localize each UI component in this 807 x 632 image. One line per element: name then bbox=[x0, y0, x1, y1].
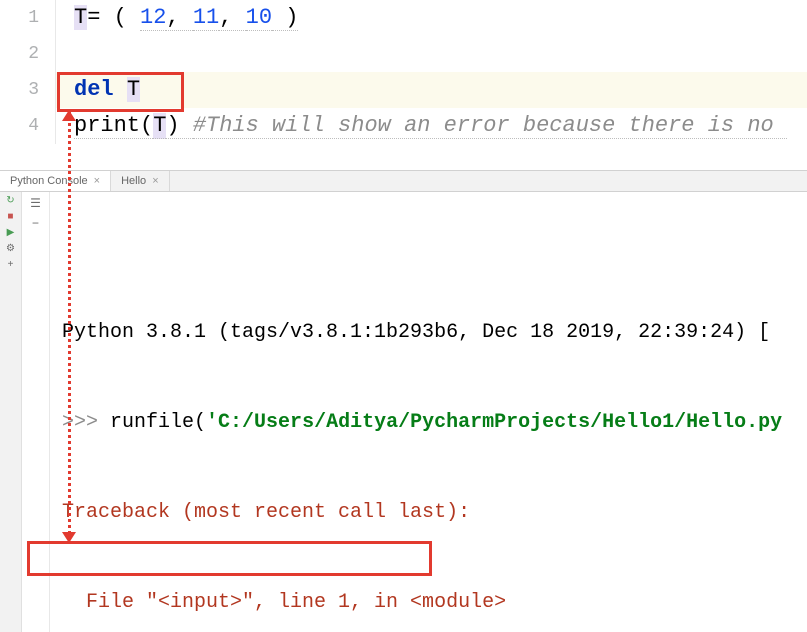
stop-icon[interactable]: ■ bbox=[5, 212, 17, 224]
console-line: Traceback (most recent call last): bbox=[50, 498, 803, 528]
token: 11 bbox=[193, 5, 219, 31]
code-line[interactable]: 1 T= ( 12, 11, 10 ) bbox=[0, 0, 807, 36]
python-console-panel: ↻ ■ ▶ ⚙ + ☰ − Python 3.8.1 (tags/v3.8.1:… bbox=[0, 192, 807, 632]
console-toolbar-secondary: ☰ − bbox=[22, 192, 50, 632]
prompt: >>> bbox=[50, 411, 98, 434]
token: , bbox=[219, 5, 245, 31]
token: = ( bbox=[87, 5, 140, 30]
line-number: 1 bbox=[0, 0, 56, 36]
rerun-icon[interactable]: ↻ bbox=[5, 196, 17, 208]
inspect-icon[interactable]: ☰ bbox=[30, 196, 41, 211]
token: ) bbox=[272, 5, 298, 31]
token: T bbox=[127, 77, 140, 102]
token: T bbox=[74, 5, 87, 30]
tab-hello[interactable]: Hello × bbox=[111, 171, 170, 191]
close-icon[interactable]: × bbox=[152, 175, 158, 187]
tool-window-tabs: Python Console × Hello × bbox=[0, 170, 807, 192]
code-editor[interactable]: 1 T= ( 12, 11, 10 ) 2 3 del T 4 print(T)… bbox=[0, 0, 807, 144]
console-output[interactable]: Python 3.8.1 (tags/v3.8.1:1b293b6, Dec 1… bbox=[50, 192, 807, 632]
tab-label: Python Console bbox=[10, 175, 88, 187]
console-line: >>> runfile('C:/Users/Aditya/PycharmProj… bbox=[50, 408, 803, 438]
console-line: Python 3.8.1 (tags/v3.8.1:1b293b6, Dec 1… bbox=[50, 318, 803, 348]
code-line[interactable]: 3 del T bbox=[0, 72, 807, 108]
token: 'C:/Users/Aditya/PycharmProjects/Hello1/… bbox=[206, 411, 782, 434]
code-text[interactable]: T= ( 12, 11, 10 ) bbox=[56, 0, 298, 36]
token: runfile( bbox=[98, 411, 206, 434]
console-toolbar: ↻ ■ ▶ ⚙ + bbox=[0, 192, 22, 632]
token: #This will show an error because there i… bbox=[193, 113, 787, 139]
line-number: 3 bbox=[0, 72, 56, 108]
token: T bbox=[153, 113, 166, 139]
token bbox=[114, 77, 127, 102]
token: del bbox=[74, 77, 114, 102]
close-icon[interactable]: × bbox=[94, 175, 100, 187]
annotation-arrowhead-icon bbox=[62, 110, 76, 121]
token: , bbox=[166, 5, 192, 31]
play-icon[interactable]: ▶ bbox=[5, 228, 17, 240]
annotation-arrowhead-icon bbox=[62, 532, 76, 543]
tab-python-console[interactable]: Python Console × bbox=[0, 171, 111, 191]
token: print( bbox=[74, 113, 153, 139]
plus-icon[interactable]: + bbox=[5, 260, 17, 272]
line-number: 2 bbox=[0, 36, 56, 72]
code-line[interactable]: 2 bbox=[0, 36, 807, 72]
line-number: 4 bbox=[0, 108, 56, 144]
code-line[interactable]: 4 print(T) #This will show an error beca… bbox=[0, 108, 807, 144]
token: ) bbox=[166, 113, 192, 139]
tab-label: Hello bbox=[121, 175, 146, 187]
code-text[interactable]: print(T) #This will show an error becaus… bbox=[56, 108, 787, 144]
code-text[interactable]: del T bbox=[56, 72, 140, 108]
token: 12 bbox=[140, 5, 166, 31]
gear-icon[interactable]: ⚙ bbox=[5, 244, 17, 256]
minus-icon[interactable]: − bbox=[32, 217, 39, 231]
token: 10 bbox=[246, 5, 272, 31]
console-line: File "<input>", line 1, in <module> bbox=[50, 588, 803, 618]
